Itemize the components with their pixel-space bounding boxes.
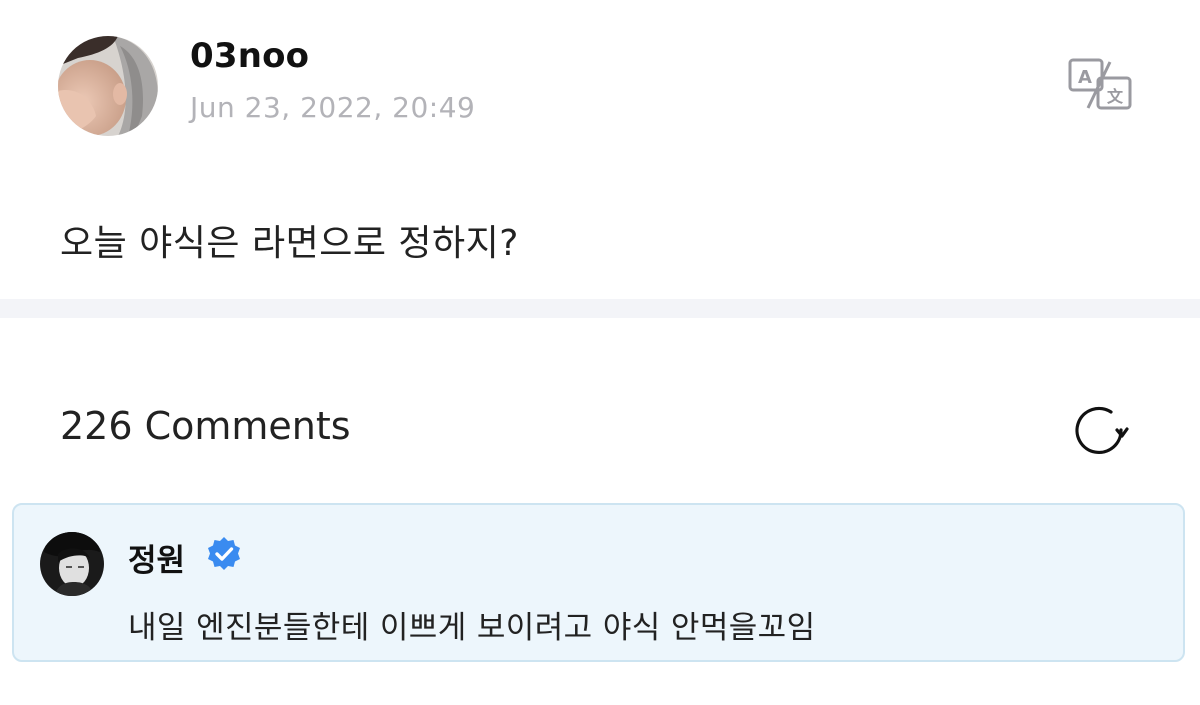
post-date: Jun 23, 2022, 20:49 — [190, 91, 476, 124]
comment-text: 내일 엔진분들한테 이쁘게 보이려고 야식 안먹을꼬임 — [128, 610, 816, 646]
translate-button[interactable]: A 文 — [1060, 56, 1140, 112]
translate-icon: A 文 — [1068, 58, 1132, 110]
refresh-icon — [1075, 406, 1129, 455]
post-page: 03noo Jun 23, 2022, 20:49 A 文 오늘 야식은 라면으… — [0, 0, 1200, 705]
comment-author-avatar[interactable] — [40, 532, 104, 596]
comments-count: 226 Comments — [60, 404, 351, 448]
highlighted-comment[interactable]: 정원 내일 엔진분들한테 이쁘게 보이려고 야식 안먹을꼬임 — [12, 503, 1185, 662]
comment-author-name[interactable]: 정원 — [128, 535, 185, 580]
author-name[interactable]: 03noo — [190, 36, 309, 76]
svg-text:文: 文 — [1107, 87, 1124, 106]
post-text: 오늘 야식은 라면으로 정하지? — [60, 223, 519, 264]
section-divider — [0, 299, 1200, 318]
svg-text:A: A — [1078, 67, 1092, 88]
verified-badge-icon — [206, 536, 242, 572]
author-avatar[interactable] — [58, 36, 158, 136]
post-header: 03noo Jun 23, 2022, 20:49 A 文 — [58, 36, 1140, 140]
refresh-button[interactable] — [1073, 404, 1129, 460]
